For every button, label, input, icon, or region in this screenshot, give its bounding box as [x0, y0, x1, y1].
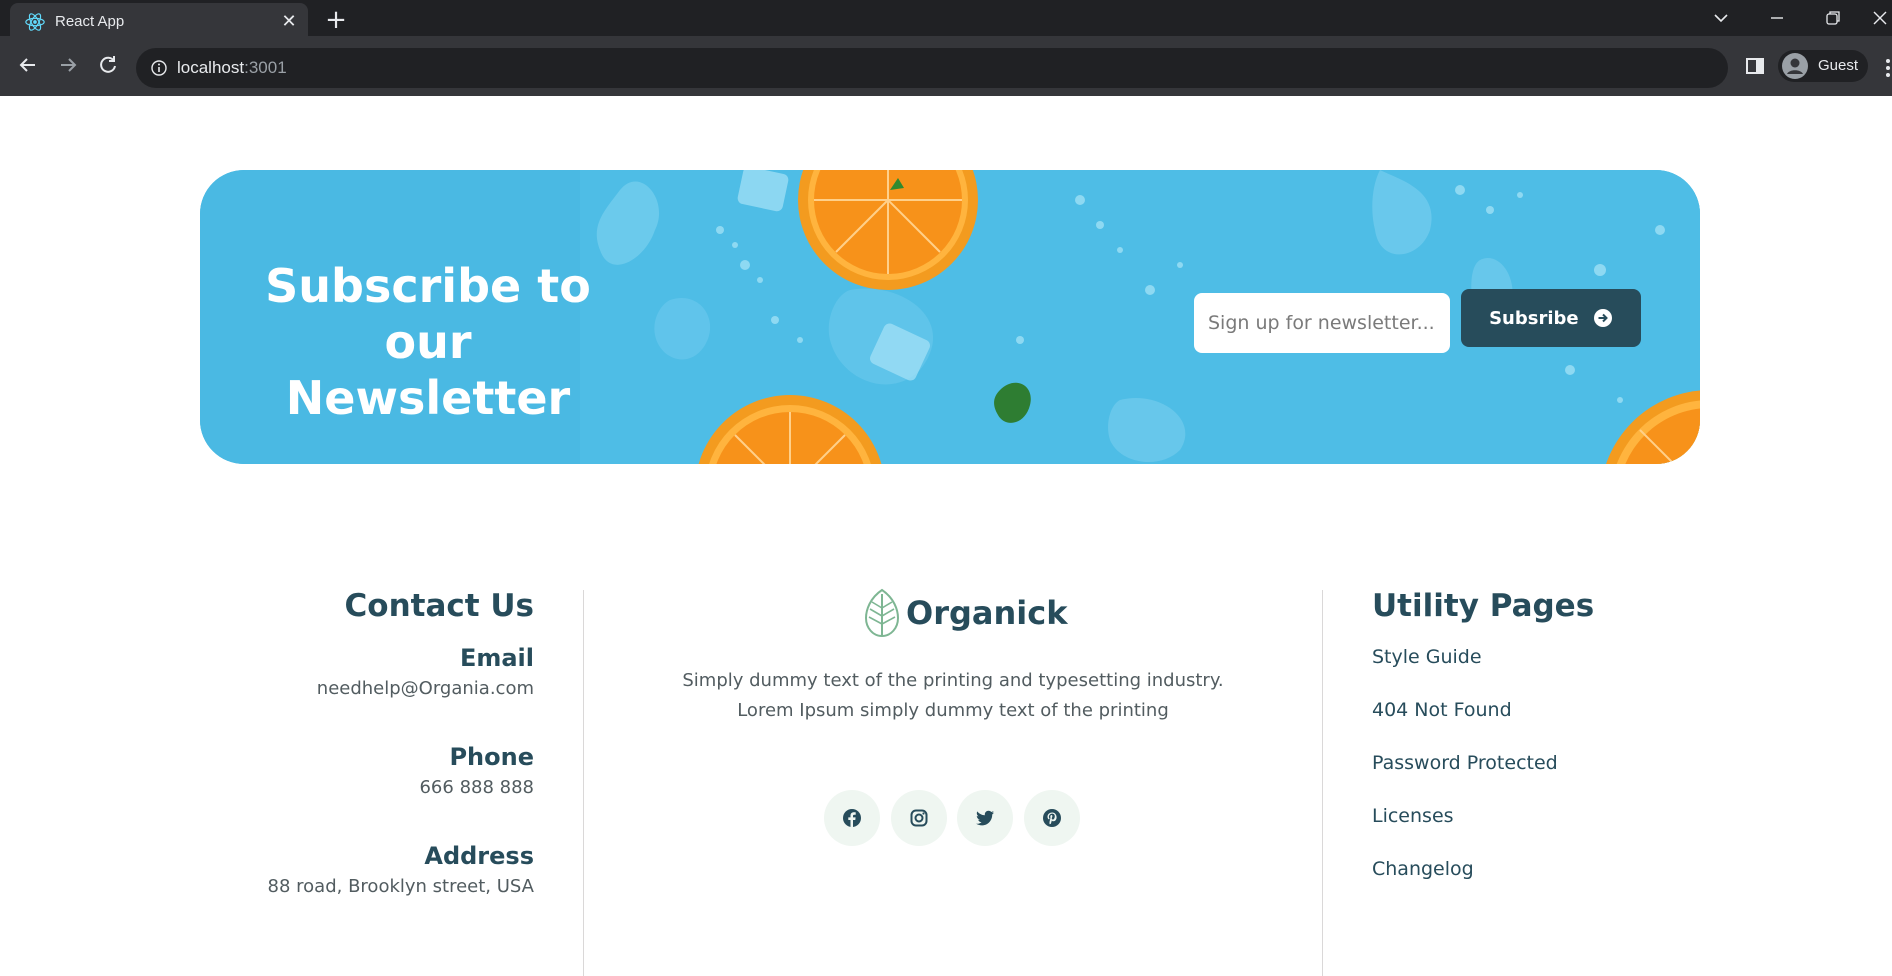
react-icon	[25, 13, 45, 31]
footer-divider-left	[583, 590, 584, 976]
facebook-link[interactable]	[824, 790, 880, 846]
twitter-link[interactable]	[957, 790, 1013, 846]
subscribe-button[interactable]: Subsribe	[1461, 289, 1641, 347]
address-bar[interactable]: localhost:3001	[136, 48, 1728, 88]
pinterest-link[interactable]	[1024, 790, 1080, 846]
contact-address: Address 88 road, Brooklyn street, USA	[200, 842, 534, 897]
url-port: :3001	[244, 58, 287, 77]
newsletter-title: Subscribe to our Newsletter	[240, 258, 616, 426]
profile-name: Guest	[1818, 57, 1859, 74]
instagram-link[interactable]	[891, 790, 947, 846]
newsletter-email-input[interactable]	[1194, 293, 1450, 353]
footer-divider-right	[1322, 590, 1323, 976]
utility-link-password-protected[interactable]: Password Protected	[1372, 750, 1772, 803]
forward-arrow-icon[interactable]	[53, 50, 83, 80]
url-text: localhost:3001	[177, 58, 287, 78]
newsletter-title-line2: our Newsletter	[285, 315, 571, 425]
brand-description: Simply dummy text of the printing and ty…	[664, 666, 1242, 726]
browser-toolbar: localhost:3001 Guest	[0, 36, 1892, 96]
restore-icon[interactable]	[1818, 4, 1848, 32]
browser-tab-strip: React App ✕ +	[0, 0, 1892, 42]
newsletter-title-line1: Subscribe to	[265, 259, 591, 313]
address-label: Address	[424, 842, 534, 870]
instagram-icon	[910, 809, 928, 827]
back-arrow-icon[interactable]	[13, 50, 43, 80]
new-tab-icon[interactable]: +	[322, 7, 350, 35]
brand-desc-line1: Simply dummy text of the printing and ty…	[682, 670, 1224, 691]
site-info-icon[interactable]	[150, 59, 168, 77]
profile-button[interactable]: Guest	[1778, 50, 1868, 82]
facebook-icon	[843, 809, 861, 827]
email-label: Email	[459, 644, 534, 672]
social-links	[824, 790, 1114, 846]
contact-phone: Phone 666 888 888	[200, 743, 534, 798]
close-window-icon[interactable]	[1868, 4, 1892, 32]
contact-column: Contact Us Email needhelp@Organia.com Ph…	[200, 576, 534, 897]
utility-heading: Utility Pages	[1372, 588, 1595, 624]
twitter-icon	[976, 810, 994, 826]
contact-email: Email needhelp@Organia.com	[200, 644, 534, 699]
subscribe-button-label: Subsribe	[1489, 307, 1579, 329]
more-menu-icon[interactable]	[1884, 58, 1892, 78]
utility-links: Style Guide 404 Not Found Password Prote…	[1372, 644, 1772, 909]
guest-avatar-icon	[1782, 53, 1808, 79]
address-value: 88 road, Brooklyn street, USA	[267, 876, 534, 897]
utility-link-404[interactable]: 404 Not Found	[1372, 697, 1772, 750]
phone-label: Phone	[449, 743, 534, 771]
side-panel-icon[interactable]	[1745, 56, 1765, 76]
utility-link-changelog[interactable]: Changelog	[1372, 856, 1772, 909]
utility-pages-column: Utility Pages Style Guide 404 Not Found …	[1372, 576, 1772, 909]
utility-link-style-guide[interactable]: Style Guide	[1372, 644, 1772, 697]
phone-value[interactable]: 666 888 888	[200, 777, 534, 798]
email-value[interactable]: needhelp@Organia.com	[200, 678, 534, 699]
arrow-right-circle-icon	[1593, 308, 1612, 327]
utility-link-licenses[interactable]: Licenses	[1372, 803, 1772, 856]
brand-desc-line2: Lorem Ipsum simply dummy text of the pri…	[737, 700, 1169, 721]
minimize-icon[interactable]	[1762, 4, 1792, 32]
url-host: localhost	[177, 58, 245, 77]
reload-icon[interactable]	[93, 50, 123, 80]
close-tab-icon[interactable]: ✕	[278, 11, 300, 33]
brand-name: Organick	[906, 594, 1068, 632]
newsletter-banner: Subscribe to our Newsletter Subsribe	[200, 170, 1700, 464]
tab-title: React App	[55, 13, 125, 30]
contact-heading: Contact Us	[344, 588, 534, 624]
site-footer: Contact Us Email needhelp@Organia.com Ph…	[0, 576, 1892, 976]
page-content: Subscribe to our Newsletter Subsribe Con…	[0, 96, 1892, 976]
pinterest-icon	[1043, 809, 1061, 827]
leaf-logo-icon	[864, 588, 900, 638]
brand-logo-link[interactable]: Organick	[864, 588, 1068, 638]
tab-search-chevron-icon[interactable]	[1706, 4, 1736, 32]
